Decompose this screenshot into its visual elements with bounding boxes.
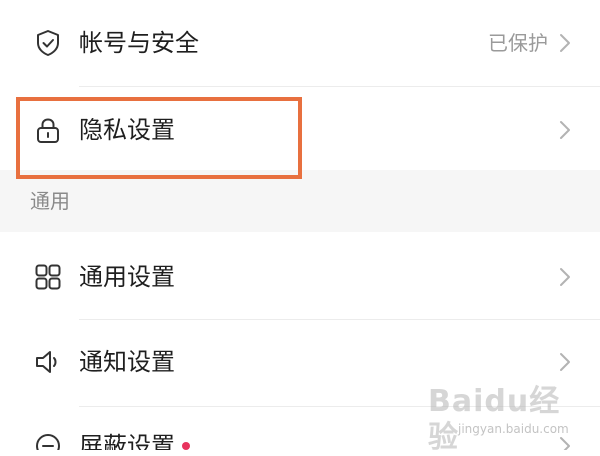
account-security-status: 已保护 <box>488 31 548 55</box>
chevron-right-icon <box>558 266 572 288</box>
chevron-right-icon <box>558 119 572 141</box>
general-settings-row[interactable]: 通用设置 <box>0 232 600 319</box>
watermark: Baidu经验 jingyan.baidu.com <box>428 384 578 455</box>
shield-check-icon <box>33 28 63 58</box>
section-header-general: 通用 <box>0 170 600 232</box>
notification-settings-label: 通知设置 <box>79 348 175 376</box>
watermark-brand: Baidu经验 <box>428 384 561 455</box>
settings-screen: 帐号与安全 已保护 隐私设置 通用 通用设置 通知设置 屏蔽设置 Baidu经验… <box>0 0 600 455</box>
chevron-right-icon <box>558 351 572 373</box>
grid-icon <box>33 262 63 292</box>
watermark-url: jingyan.baidu.com <box>458 422 569 436</box>
block-settings-label: 屏蔽设置 <box>79 432 175 450</box>
account-security-row[interactable]: 帐号与安全 已保护 <box>0 0 600 86</box>
account-security-label: 帐号与安全 <box>79 29 199 57</box>
notification-dot <box>182 442 190 450</box>
highlight-box <box>16 97 302 179</box>
chevron-right-icon <box>558 32 572 54</box>
speaker-icon <box>33 347 63 377</box>
section-title: 通用 <box>30 189 70 213</box>
block-icon <box>33 431 63 450</box>
general-settings-label: 通用设置 <box>79 263 175 291</box>
